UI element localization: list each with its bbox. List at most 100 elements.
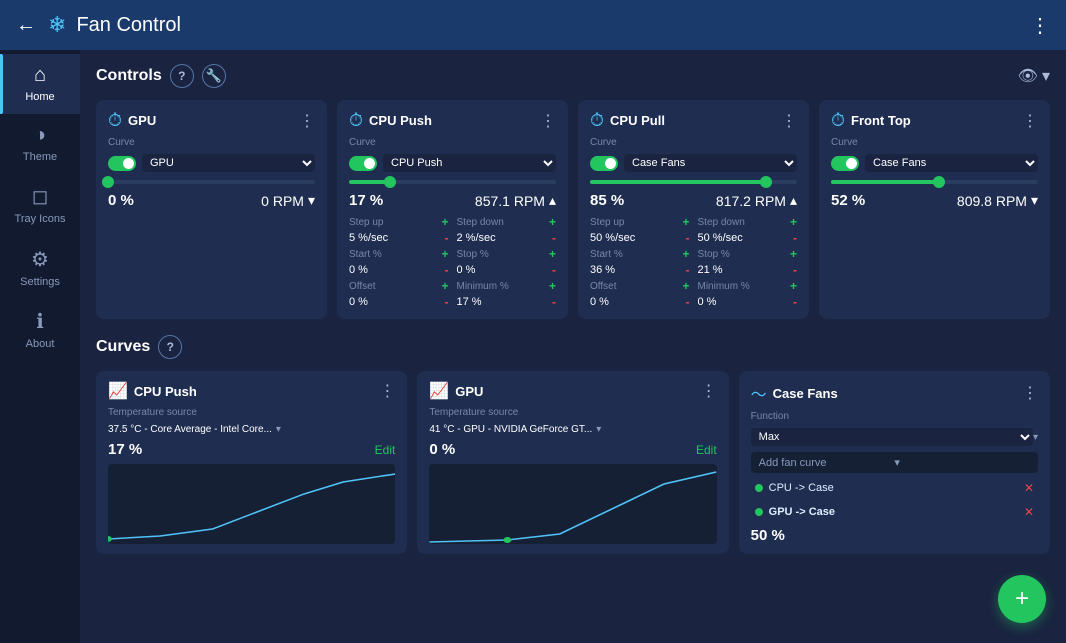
cpu-push-offset-plus[interactable]: +: [441, 279, 448, 293]
sidebar-item-tray[interactable]: ◻ Tray Icons: [0, 174, 80, 236]
front-top-toggle[interactable]: [831, 156, 859, 171]
add-fan-chevron: ▾: [894, 456, 1030, 469]
cpu-push-edit-button[interactable]: Edit: [375, 443, 396, 457]
cpu-push-card-more-button[interactable]: ⋮: [540, 111, 556, 131]
cpu-push-start-plus[interactable]: +: [441, 247, 448, 261]
gpu-card-more-button[interactable]: ⋮: [299, 111, 315, 131]
cpu-push-slider[interactable]: [349, 180, 556, 184]
cpu-push-stop-value: 0 %: [457, 264, 476, 276]
sidebar-label-about: About: [26, 338, 55, 351]
sidebar-label-tray: Tray Icons: [15, 213, 66, 226]
front-top-curve-select-row: Case Fans: [831, 154, 1038, 172]
front-top-speed-icon: ⏱: [831, 110, 845, 131]
cpu-push-min-pct-label: Minimum %: [457, 281, 509, 292]
sidebar-item-home[interactable]: ⌂ Home: [0, 54, 80, 114]
cpu-pull-step-down-minus[interactable]: -: [793, 231, 797, 245]
cpu-push-curve-header: 📈 CPU Push ⋮: [108, 381, 395, 401]
cpu-push-step-up-val-row: 5 %/sec -: [349, 231, 449, 245]
cpu-pull-curve-select[interactable]: Case Fans: [624, 154, 797, 172]
cpu-pull-control-card: ⏱ CPU Pull ⋮ Curve Case Fans: [578, 100, 809, 319]
case-fans-function-select[interactable]: Max: [751, 428, 1033, 446]
cpu-push-min-plus[interactable]: +: [549, 279, 556, 293]
settings-icon: ⚙: [31, 247, 49, 272]
gpu-curve-more-button[interactable]: ⋮: [701, 381, 717, 401]
fan-close-cpu[interactable]: ✕: [1024, 481, 1034, 495]
cpu-pull-min-pct-row: Minimum % +: [698, 279, 798, 293]
gpu-curve-stats: 0 % Edit: [429, 441, 716, 458]
cpu-pull-curve-label-row: Curve: [590, 137, 797, 148]
cpu-push-start-pct-label: Start %: [349, 249, 382, 260]
cpu-push-min-minus[interactable]: -: [552, 295, 556, 309]
cpu-pull-step-up-minus[interactable]: -: [686, 231, 690, 245]
gpu-stats-row: 0 % 0 RPM ▾: [108, 192, 315, 209]
cpu-push-card-name: CPU Push: [369, 113, 534, 128]
controls-wrench-button[interactable]: 🔧: [202, 64, 226, 88]
front-top-slider[interactable]: [831, 180, 1038, 184]
cpu-push-curve-select[interactable]: CPU Push: [383, 154, 556, 172]
fan-dot-gpu: [755, 508, 763, 516]
cpu-push-step-up-value: 5 %/sec: [349, 232, 388, 244]
cpu-push-step-up-minus[interactable]: -: [445, 231, 449, 245]
cpu-pull-slider[interactable]: [590, 180, 797, 184]
cpu-push-curve-label-row: Curve: [349, 137, 556, 148]
case-fans-function-select-row: Max ▾: [751, 428, 1038, 446]
cpu-pull-offset-plus[interactable]: +: [682, 279, 689, 293]
cpu-pull-stop-plus[interactable]: +: [790, 247, 797, 261]
curves-help-button[interactable]: ?: [158, 335, 182, 359]
more-button[interactable]: ⋮: [1030, 13, 1050, 38]
cpu-push-temp-value: 37.5 °C - Core Average - Intel Core...: [108, 424, 272, 435]
gpu-toggle[interactable]: [108, 156, 136, 171]
gpu-card-name: GPU: [128, 113, 293, 128]
cpu-pull-start-plus[interactable]: +: [682, 247, 689, 261]
front-top-curve-select[interactable]: Case Fans: [865, 154, 1038, 172]
cpu-push-toggle[interactable]: [349, 156, 377, 171]
fan-name-gpu: GPU -> Case: [769, 506, 1018, 518]
cpu-pull-step-down-plus[interactable]: +: [790, 215, 797, 229]
cpu-pull-min-plus[interactable]: +: [790, 279, 797, 293]
gpu-edit-button[interactable]: Edit: [696, 443, 717, 457]
cpu-pull-step-up-plus[interactable]: +: [682, 215, 689, 229]
case-fans-curve-card: 〜 Case Fans ⋮ Function Max ▾ Add fan cur…: [739, 371, 1050, 554]
cpu-pull-card-more-button[interactable]: ⋮: [781, 111, 797, 131]
curves-section-header: Curves ?: [96, 335, 1050, 359]
cpu-push-curve-select-row: CPU Push: [349, 154, 556, 172]
sidebar-item-settings[interactable]: ⚙ Settings: [0, 237, 80, 299]
eye-icon: 👁: [1018, 66, 1038, 86]
cpu-push-stop-plus[interactable]: +: [549, 247, 556, 261]
back-button[interactable]: ←: [16, 14, 36, 37]
cpu-push-offset-minus[interactable]: -: [445, 295, 449, 309]
cpu-pull-start-minus[interactable]: -: [686, 263, 690, 277]
controls-view-button[interactable]: 👁 ▾: [1018, 66, 1050, 86]
cpu-pull-rpm-chevron: ▴: [790, 192, 797, 209]
cpu-pull-offset-minus[interactable]: -: [686, 295, 690, 309]
add-fab-button[interactable]: +: [998, 575, 1046, 623]
front-top-card-more-button[interactable]: ⋮: [1022, 111, 1038, 131]
gpu-curve-pct: 0 %: [429, 441, 455, 458]
cpu-pull-stop-minus[interactable]: -: [793, 263, 797, 277]
gpu-slider[interactable]: [108, 180, 315, 184]
front-top-curve-label: Curve: [831, 137, 858, 148]
gpu-curve-select[interactable]: GPU: [142, 154, 315, 172]
case-fans-function-label: Function: [751, 411, 789, 422]
cpu-push-stats-row: 17 % 857.1 RPM ▴: [349, 192, 556, 209]
gpu-rpm-chevron: ▾: [308, 192, 315, 209]
fan-close-gpu[interactable]: ✕: [1024, 505, 1034, 519]
cpu-pull-stop-val-row: 21 % -: [698, 263, 798, 277]
cpu-push-step-up-plus[interactable]: +: [441, 215, 448, 229]
controls-grid: ⏱ GPU ⋮ Curve GPU 0 %: [96, 100, 1050, 319]
cpu-push-curve-more-button[interactable]: ⋮: [379, 381, 395, 401]
cpu-pull-toggle[interactable]: [590, 156, 618, 171]
cpu-push-step-down-minus[interactable]: -: [552, 231, 556, 245]
add-fan-curve-row[interactable]: Add fan curve ▾: [751, 452, 1038, 473]
controls-help-button[interactable]: ?: [170, 64, 194, 88]
cpu-push-start-minus[interactable]: -: [445, 263, 449, 277]
case-fans-curve-more-button[interactable]: ⋮: [1022, 383, 1038, 403]
sidebar: ⌂ Home ◑ Theme ◻ Tray Icons ⚙ Settings ℹ…: [0, 50, 80, 643]
cpu-pull-min-pct-label: Minimum %: [698, 281, 750, 292]
cpu-push-step-down-plus[interactable]: +: [549, 215, 556, 229]
cpu-pull-min-minus[interactable]: -: [793, 295, 797, 309]
cpu-pull-step-down-row: Step down +: [698, 215, 798, 229]
sidebar-item-about[interactable]: ℹ About: [0, 299, 80, 361]
cpu-push-stop-minus[interactable]: -: [552, 263, 556, 277]
sidebar-item-theme[interactable]: ◑ Theme: [0, 114, 80, 174]
